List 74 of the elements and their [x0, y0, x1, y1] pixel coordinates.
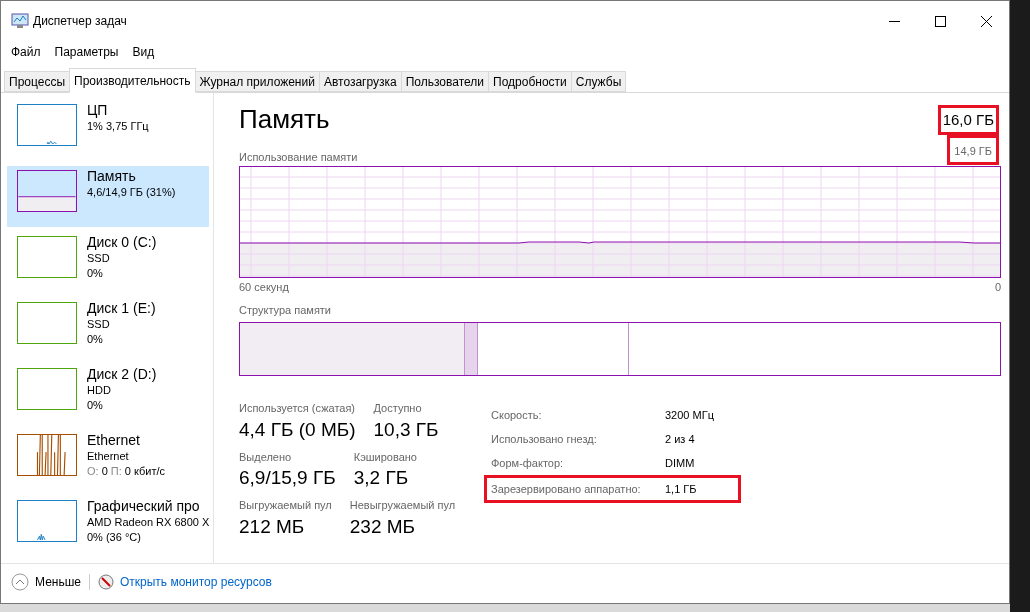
sidebar-item[interactable]: ЦП 1% 3,75 ГГц — [7, 100, 209, 161]
menu-item[interactable]: Файл — [5, 43, 47, 61]
stat-value: 212 МБ — [239, 514, 306, 539]
device-stat: 0% — [87, 332, 103, 347]
stat-label: Выделено — [239, 449, 293, 465]
menu-item[interactable]: Параметры — [48, 43, 125, 61]
detail-label: Зарезервировано аппаратно: — [491, 482, 642, 497]
device-stat: SSD — [87, 317, 110, 332]
section-title: Память — [239, 103, 330, 135]
detail-value: 3200 МГц — [665, 408, 714, 423]
detail-label: Форм-фактор: — [491, 456, 565, 471]
tab[interactable]: Процессы — [4, 71, 70, 92]
device-stat: П: — [110, 464, 122, 479]
time-axis-label: 60 секунд — [239, 280, 289, 295]
stat-label: Выгружаемый пул — [239, 498, 332, 513]
device-stat: 1% 3,75 ГГц — [87, 119, 149, 134]
chevron-up-icon — [11, 572, 29, 591]
device-stat: 0% (36 °C) — [87, 530, 141, 545]
device-stat: SSD — [87, 251, 110, 266]
stat-label: Доступно — [373, 401, 423, 416]
device-name: Графический про — [87, 497, 201, 515]
tab[interactable]: Производительность — [69, 68, 196, 93]
device-stat: 0% — [87, 266, 103, 281]
sidebar-item[interactable]: Память 4,6/14,9 ГБ (31%) — [7, 166, 209, 227]
graph-label: Структура памяти — [239, 302, 333, 318]
detail-value: 2 из 4 — [665, 432, 695, 447]
device-name: Диск 0 (C:) — [87, 233, 157, 251]
device-stat: Ethernet — [87, 449, 129, 464]
tab[interactable]: Автозагрузка — [318, 71, 402, 92]
tab[interactable]: Пользователи — [400, 71, 490, 92]
graph-label: Использование памяти — [239, 149, 358, 165]
time-axis-label: 0 — [994, 280, 1001, 295]
device-stat: О: — [87, 464, 99, 479]
stat-label: Невыгружаемый пул — [349, 498, 456, 513]
tab[interactable]: Подробности — [488, 71, 572, 92]
sidebar-item[interactable]: Диск 1 (E:) SSD 0% — [7, 298, 209, 359]
device-name: Ethernet — [87, 431, 141, 449]
stat-label: Используется (сжатая) — [239, 401, 356, 416]
device-name: Диск 1 (E:) — [87, 299, 156, 317]
device-stat: 4,6/14,9 ГБ (31%) — [87, 185, 176, 200]
tab[interactable]: Службы — [570, 71, 627, 92]
total-memory: 16,0 ГБ — [942, 111, 994, 128]
device-stat: 0 кбит/с — [124, 464, 165, 479]
close-icon — [980, 15, 992, 27]
maximize-icon — [934, 15, 946, 27]
device-stat: AMD Radeon RX 6800 X — [87, 515, 210, 530]
stat-value: 232 МБ — [349, 514, 417, 539]
detail-label: Использовано гнезд: — [491, 432, 598, 447]
fewer-details-button[interactable]: Меньше — [11, 572, 81, 591]
resource-monitor-icon — [98, 573, 114, 590]
sidebar-item[interactable]: Графический про AMD Radeon RX 6800 X 0% (36 °C) — [7, 496, 209, 557]
detail-label: Скорость: — [491, 408, 543, 423]
device-name: Память — [87, 167, 137, 185]
device-stat: 0 — [101, 464, 108, 479]
device-stat: HDD — [87, 383, 111, 398]
detail-value: DIMM — [665, 456, 695, 471]
graph-max: 14,9 ГБ — [954, 145, 992, 157]
detail-value: 1,1 ГБ — [665, 482, 697, 497]
device-stat: 0% — [87, 398, 103, 413]
sidebar-item[interactable]: Ethernet Ethernet О: 0 П: 0 кбит/с — [7, 430, 209, 491]
window-title: Диспетчер задач — [33, 13, 127, 30]
resource-monitor-link[interactable]: Открыть монитор ресурсов — [120, 572, 272, 591]
stat-value: 6,9/15,9 ГБ — [239, 466, 336, 490]
stat-value: 3,2 ГБ — [353, 466, 410, 490]
tab[interactable]: Журнал приложений — [194, 71, 320, 92]
stat-label: Кэшировано — [353, 449, 417, 465]
sidebar-item[interactable]: Диск 2 (D:) HDD 0% — [7, 364, 209, 425]
app-icon — [11, 13, 29, 29]
stat-value: 4,4 ГБ (0 МБ) — [239, 417, 356, 442]
menu-item[interactable]: Вид — [126, 43, 161, 61]
device-name: ЦП — [87, 101, 109, 119]
device-name: Диск 2 (D:) — [87, 365, 157, 383]
stat-value: 10,3 ГБ — [373, 417, 439, 442]
sidebar-item[interactable]: Диск 0 (C:) SSD 0% — [7, 232, 209, 293]
